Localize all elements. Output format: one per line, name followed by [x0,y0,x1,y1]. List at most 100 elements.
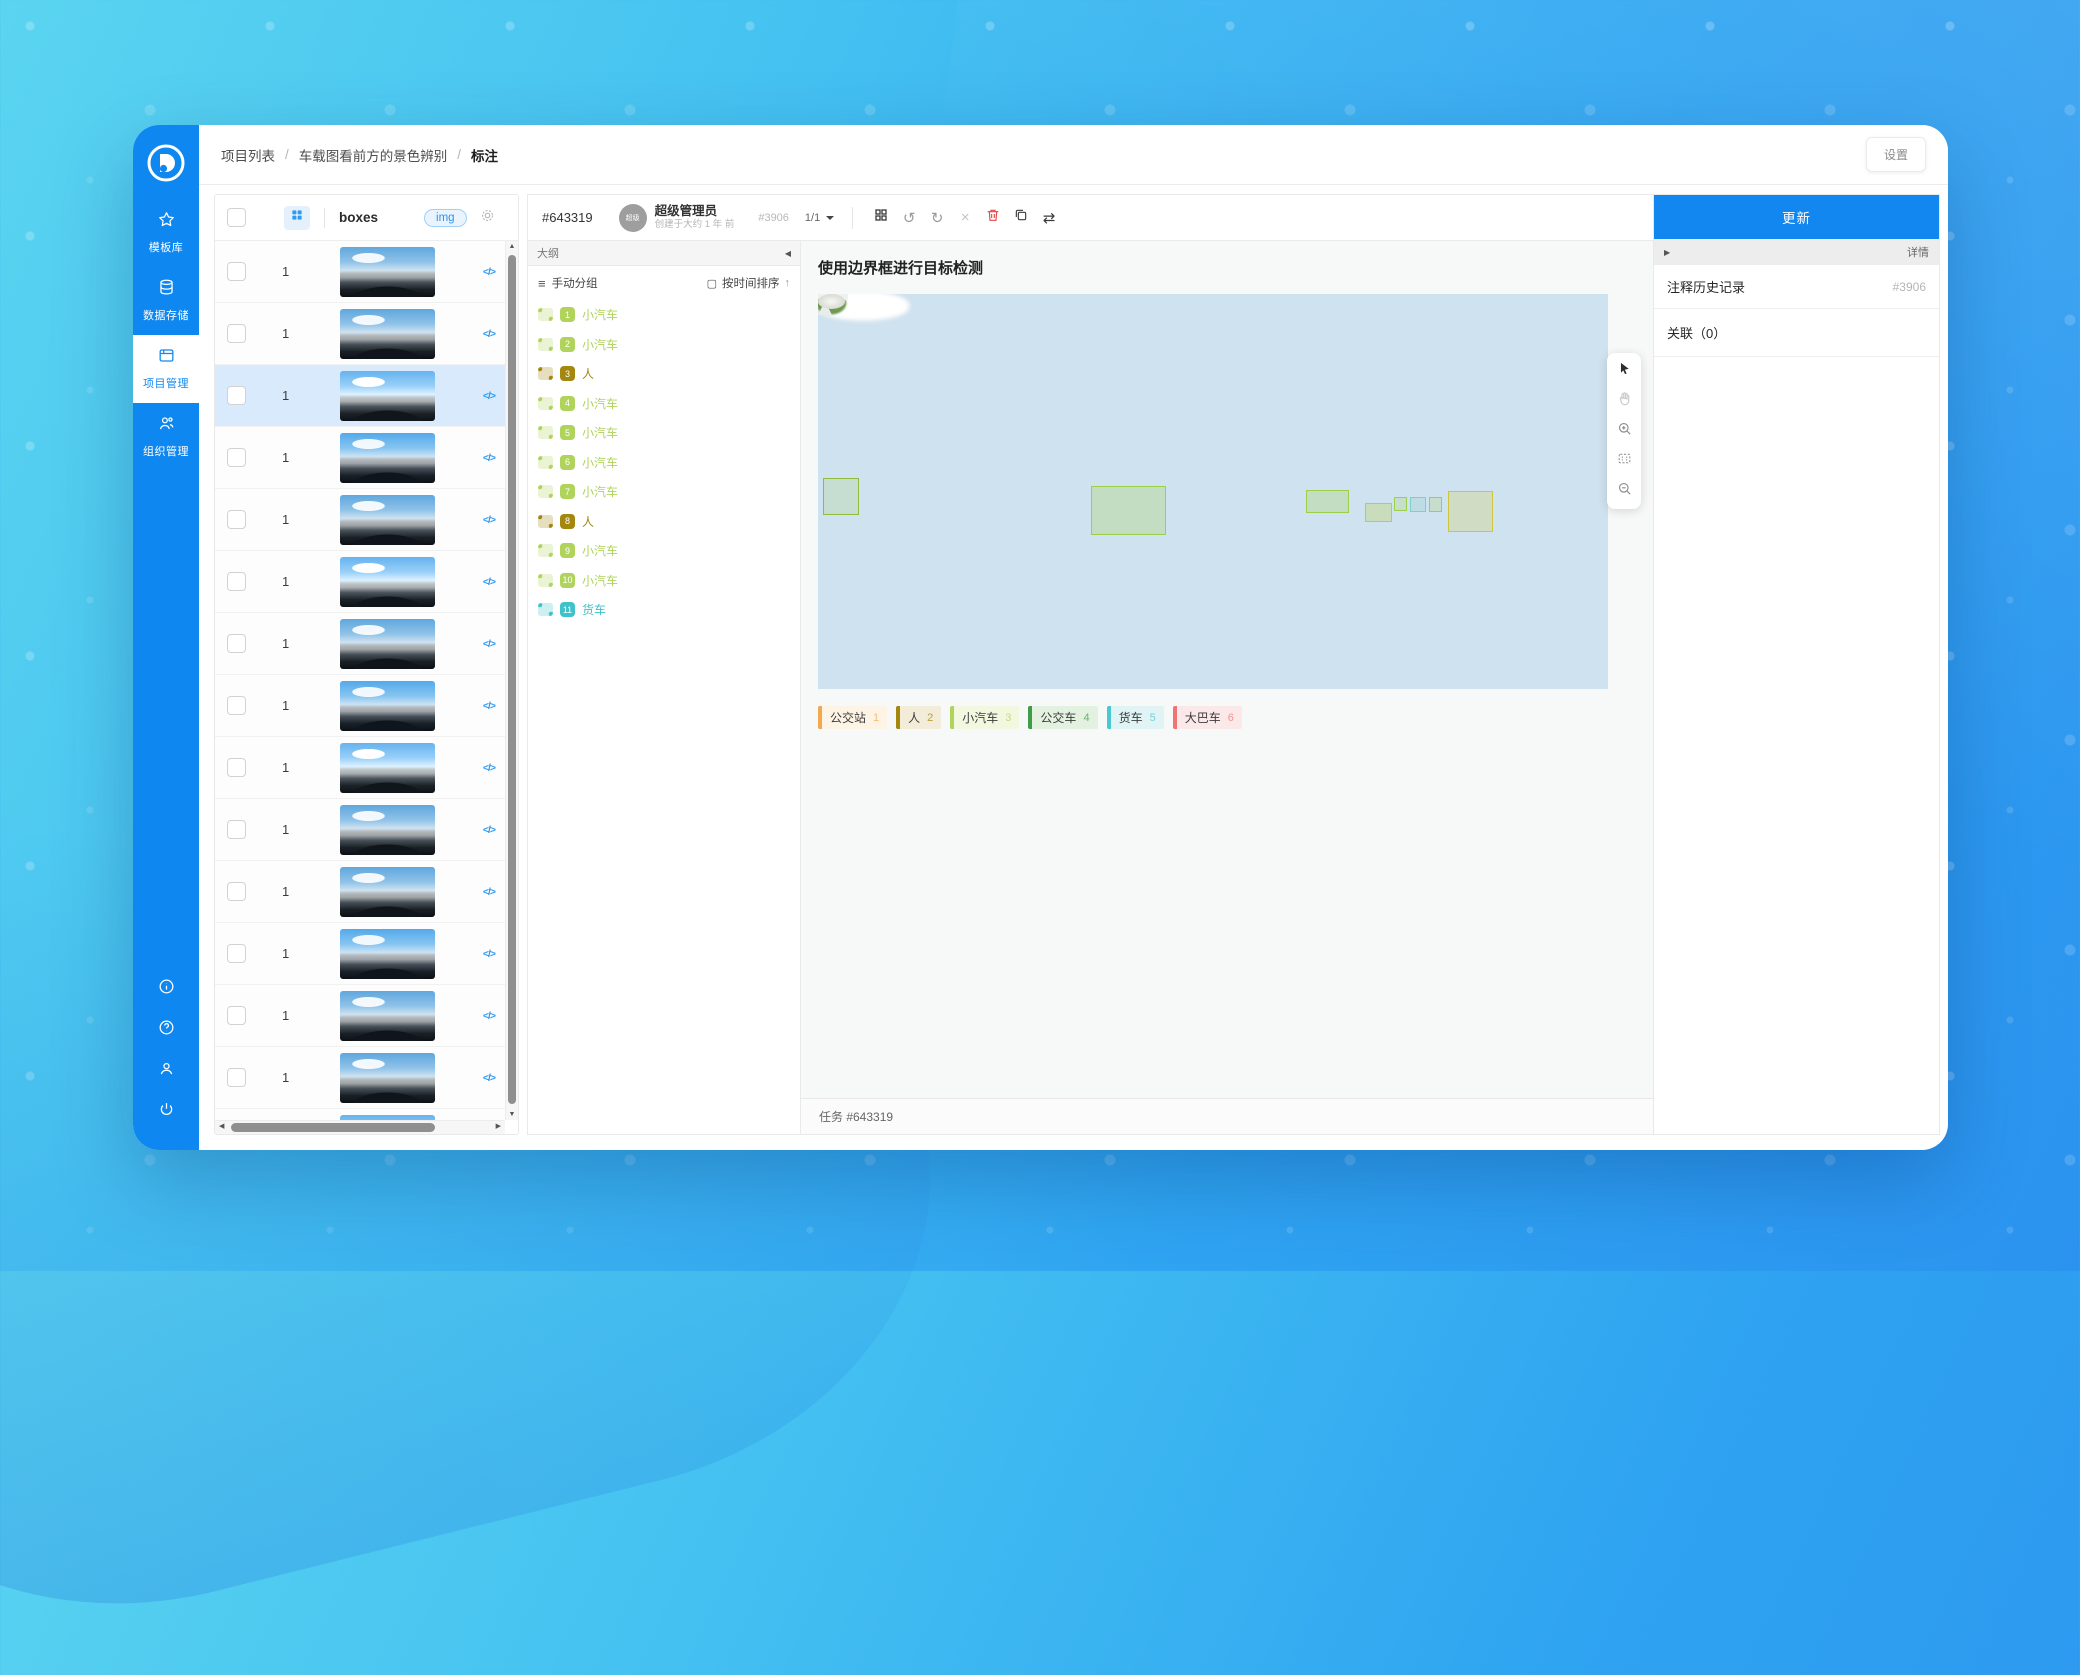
sort-button[interactable]: ▢ 按时间排序 ↑ [707,275,790,291]
bounding-box[interactable] [1091,486,1166,535]
bounding-box[interactable] [823,478,859,516]
outline-item[interactable]: 6小汽车 [528,448,800,478]
row-checkbox[interactable] [227,758,246,777]
row-thumbnail[interactable] [340,743,435,793]
label-tag[interactable]: 公交站1 [818,706,887,729]
row-checkbox[interactable] [227,510,246,529]
pan-tool-button[interactable] [1611,388,1637,414]
row-checkbox[interactable] [227,1006,246,1025]
row-checkbox[interactable] [227,820,246,839]
code-icon[interactable]: </> [483,1010,495,1022]
help-icon[interactable] [157,1018,176,1042]
code-icon[interactable]: </> [483,948,495,960]
outline-item[interactable]: 7小汽车 [528,477,800,507]
list-item[interactable]: 1</> [215,985,505,1047]
type-badge-img[interactable]: img [424,209,467,227]
group-mode-button[interactable]: ≡ 手动分组 [538,275,598,291]
row-thumbnail[interactable] [340,371,435,421]
column-header-boxes[interactable]: boxes [339,210,378,225]
delete-button[interactable] [979,204,1007,232]
annotation-pager[interactable]: 1/1 [805,212,834,224]
sidebar-item-templates[interactable]: 模板库 [133,199,199,267]
collapse-panel-icon[interactable]: ◀ [785,249,791,258]
code-icon[interactable]: </> [483,390,495,402]
code-icon[interactable]: </> [483,266,495,278]
relations-row[interactable]: 关联（0） [1654,309,1939,357]
bounding-box[interactable] [1306,490,1349,514]
label-tag[interactable]: 大巴车6 [1173,706,1242,729]
redo-button[interactable]: ↻ [923,204,951,232]
row-thumbnail[interactable] [340,619,435,669]
outline-item[interactable]: 8人 [528,507,800,537]
row-thumbnail[interactable] [340,867,435,917]
sidebar-item-organization[interactable]: 组织管理 [133,403,199,471]
gear-icon[interactable] [479,207,496,229]
list-item[interactable]: 1</> [215,241,505,303]
row-checkbox[interactable] [227,944,246,963]
grid-view-button[interactable] [284,206,310,230]
row-thumbnail[interactable] [340,1053,435,1103]
annotation-history-row[interactable]: 注释历史记录 #3906 [1654,265,1939,309]
list-item[interactable]: 1</> [215,1109,505,1120]
outline-item[interactable]: 1小汽车 [528,300,800,330]
bounding-box[interactable] [1448,491,1492,532]
horizontal-scrollbar[interactable]: ◀ ▶ [215,1120,505,1134]
bounding-box[interactable] [1429,497,1442,512]
breadcrumb-project-name[interactable]: 车载图看前方的景色辨别 [299,145,448,165]
code-icon[interactable]: </> [483,700,495,712]
row-checkbox[interactable] [227,572,246,591]
bounding-box[interactable] [1365,503,1392,522]
select-tool-button[interactable] [1611,358,1637,384]
label-tag[interactable]: 货车5 [1107,706,1164,729]
row-checkbox[interactable] [227,324,246,343]
scrollbar-thumb[interactable] [508,255,516,1104]
list-item[interactable]: 1</> [215,923,505,985]
list-item[interactable]: 1</> [215,551,505,613]
outline-item[interactable]: 9小汽车 [528,536,800,566]
row-thumbnail[interactable] [340,681,435,731]
row-thumbnail[interactable] [340,991,435,1041]
code-icon[interactable]: </> [483,576,495,588]
list-item[interactable]: 1</> [215,1047,505,1109]
label-tag[interactable]: 小汽车3 [950,706,1019,729]
vertical-scrollbar[interactable]: ▲ ▼ [505,241,518,1120]
breadcrumb-projects[interactable]: 项目列表 [221,145,275,165]
code-icon[interactable]: </> [483,762,495,774]
list-item[interactable]: 1</> [215,799,505,861]
update-button[interactable]: 更新 [1654,195,1939,239]
row-thumbnail[interactable] [340,309,435,359]
transfer-button[interactable]: ⇄ [1035,204,1063,232]
row-thumbnail[interactable] [340,247,435,297]
fit-view-button[interactable] [1611,448,1637,474]
list-item[interactable]: 1</> [215,365,505,427]
code-icon[interactable]: </> [483,638,495,650]
row-thumbnail[interactable] [340,929,435,979]
code-icon[interactable]: </> [483,1072,495,1084]
outline-item[interactable]: 4小汽车 [528,389,800,419]
row-checkbox[interactable] [227,696,246,715]
label-tag[interactable]: 人2 [896,706,941,729]
list-item[interactable]: 1</> [215,861,505,923]
row-checkbox[interactable] [227,1068,246,1087]
scrollbar-thumb[interactable] [231,1123,435,1132]
label-tag[interactable]: 公交车4 [1028,706,1097,729]
reset-button[interactable]: × [951,204,979,232]
expand-icon[interactable]: ▶ [1664,248,1670,257]
row-checkbox[interactable] [227,262,246,281]
zoom-in-button[interactable] [1611,418,1637,444]
row-checkbox[interactable] [227,448,246,467]
row-thumbnail[interactable] [340,433,435,483]
outline-item[interactable]: 2小汽车 [528,330,800,360]
row-checkbox[interactable] [227,634,246,653]
sidebar-item-projects[interactable]: 项目管理 [133,335,199,403]
code-icon[interactable]: </> [483,886,495,898]
code-icon[interactable]: </> [483,514,495,526]
undo-button[interactable]: ↺ [895,204,923,232]
row-thumbnail[interactable] [340,495,435,545]
row-thumbnail[interactable] [340,805,435,855]
bounding-box[interactable] [1410,497,1426,512]
list-item[interactable]: 1</> [215,303,505,365]
power-icon[interactable] [157,1100,176,1124]
scroll-down-arrow[interactable]: ▼ [506,1111,518,1118]
list-item[interactable]: 1</> [215,613,505,675]
